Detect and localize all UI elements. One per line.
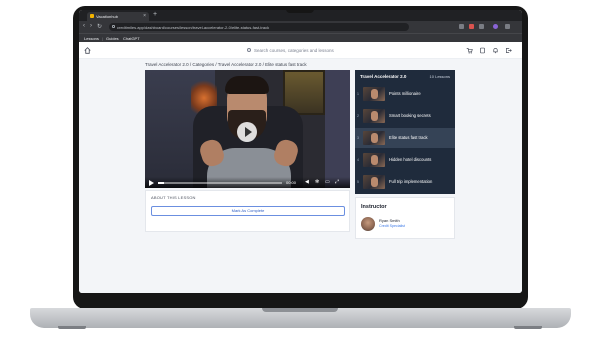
volume-icon[interactable]: ◀: [305, 180, 310, 185]
laptop-mockup: Vacationhub × + ‹ › ↻ creditmiles.app/da…: [0, 0, 600, 337]
video-player[interactable]: 00:00 ◀ ✻ ▭ ⤢: [145, 70, 350, 188]
instructor-name[interactable]: Ryan Smith: [379, 218, 400, 223]
back-icon[interactable]: ‹: [83, 23, 85, 29]
search-placeholder: Search courses, categories and lessons: [254, 48, 334, 53]
laptop-foot-left: [58, 326, 86, 329]
lesson-title: Hidden hotel discounts: [389, 157, 432, 162]
site-header: Search courses, categories and lessons: [79, 42, 522, 59]
cart-icon[interactable]: [466, 47, 473, 54]
lesson-thumbnail: [363, 131, 385, 145]
search-icon: [247, 48, 251, 52]
address-url: creditmiles.app/dashboard/courses/lesson…: [117, 25, 270, 30]
lesson-item[interactable]: 2 Smart booking secrets: [355, 106, 455, 126]
laptop-foot-right: [514, 326, 542, 329]
lesson-number: 4: [357, 158, 359, 162]
video-time: 00:00: [286, 180, 297, 185]
bookmark-item[interactable]: Lessons: [84, 36, 99, 41]
bookmark-item[interactable]: Guides: [106, 36, 119, 41]
browser-menu-icon[interactable]: [505, 24, 510, 29]
browser-toolbar: ‹ › ↻ creditmiles.app/dashboard/courses/…: [79, 21, 522, 33]
lesson-item-active[interactable]: 3 Elite status fast track: [355, 128, 455, 148]
instructor-heading: Instructor: [361, 204, 387, 210]
course-title: Travel Accelerator 2.0: [360, 74, 407, 79]
fullscreen-icon[interactable]: ⤢: [335, 180, 340, 185]
instructor-role: Credit Specialist: [379, 224, 405, 228]
play-icon[interactable]: [149, 180, 154, 186]
lesson-item[interactable]: 1 Points millionaire: [355, 84, 455, 104]
extension-icon[interactable]: [459, 24, 464, 29]
lesson-thumbnail: [363, 109, 385, 123]
lesson-thumbnail: [363, 153, 385, 167]
lesson-title: Full trip implementation: [389, 179, 433, 184]
bookmark-separator: |: [102, 36, 104, 41]
course-lesson-count: 10 Lessons: [429, 74, 450, 79]
address-bar[interactable]: creditmiles.app/dashboard/courses/lesson…: [109, 23, 409, 31]
about-lesson-label: ABOUT THIS LESSON: [151, 195, 196, 200]
laptop-groove: [262, 308, 338, 312]
bookmark-item[interactable]: ChatGPT: [123, 36, 140, 41]
profile-avatar-icon[interactable]: [493, 24, 498, 29]
bookmark-icon[interactable]: [479, 47, 486, 54]
new-tab-icon[interactable]: +: [153, 11, 157, 18]
lesson-title: Points millionaire: [389, 91, 421, 96]
bell-icon[interactable]: [492, 47, 499, 54]
browser-tab[interactable]: Vacationhub ×: [87, 12, 149, 21]
mark-complete-button[interactable]: Mark As Complete: [151, 206, 345, 216]
avatar[interactable]: [361, 217, 375, 231]
lesson-thumbnail: [363, 175, 385, 189]
home-icon[interactable]: [84, 47, 91, 54]
video-controls: 00:00 ◀ ✻ ▭ ⤢: [145, 177, 350, 188]
lesson-number: 2: [357, 114, 359, 118]
lock-icon: [112, 25, 115, 28]
lesson-number: 3: [357, 136, 359, 140]
tab-title: Vacationhub: [96, 14, 118, 19]
course-lessons-panel: Travel Accelerator 2.0 10 Lessons 1 Poin…: [355, 70, 455, 194]
settings-gear-icon[interactable]: ✻: [315, 180, 320, 185]
extension-puzzle-icon[interactable]: [479, 24, 484, 29]
lesson-number: 5: [357, 180, 359, 184]
video-progress-fill: [158, 182, 165, 184]
extension-red-icon[interactable]: [469, 24, 474, 29]
lesson-item[interactable]: 5 Full trip implementation: [355, 172, 455, 192]
search-input[interactable]: Search courses, categories and lessons: [247, 46, 387, 55]
instructor-card: Instructor Ryan Smith Credit Specialist: [355, 197, 455, 239]
camera-notch: [286, 6, 314, 13]
reload-icon[interactable]: ↻: [97, 23, 102, 30]
forward-icon[interactable]: ›: [90, 23, 92, 29]
laptop-screen: Vacationhub × + ‹ › ↻ creditmiles.app/da…: [79, 10, 522, 293]
tab-favicon-icon: [90, 14, 94, 18]
lesson-item[interactable]: 4 Hidden hotel discounts: [355, 150, 455, 170]
lesson-number: 1: [357, 92, 359, 96]
lesson-thumbnail: [363, 87, 385, 101]
lesson-page: Travel Accelerator 2.0 / Categories / Tr…: [79, 59, 522, 293]
lesson-title: Elite status fast track: [389, 135, 428, 140]
video-background-right: [325, 70, 350, 188]
breadcrumb[interactable]: Travel Accelerator 2.0 / Categories / Tr…: [145, 62, 307, 67]
lesson-title: Smart booking secrets: [389, 113, 431, 118]
bookmarks-bar: Lessons | Guides ChatGPT: [79, 33, 522, 42]
big-play-icon[interactable]: [237, 122, 257, 142]
pip-icon[interactable]: ▭: [325, 180, 330, 185]
video-presenter-hair: [225, 76, 269, 94]
logout-icon[interactable]: [505, 47, 512, 54]
video-progress-bar[interactable]: [158, 182, 282, 184]
about-lesson-card: ABOUT THIS LESSON Mark As Complete: [145, 190, 350, 232]
tab-close-icon[interactable]: ×: [143, 13, 146, 19]
